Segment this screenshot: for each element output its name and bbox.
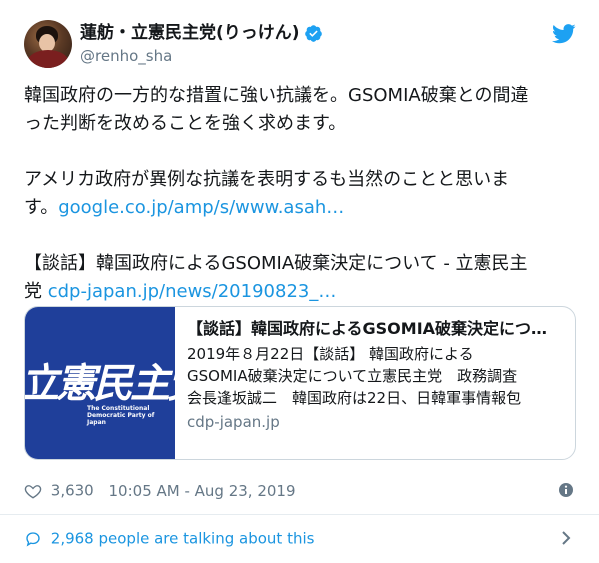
display-name-text[interactable]: 蓮舫・立憲民主党(りっけん) [80,21,300,45]
card-image[interactable]: 立憲民主党 The Constitutional Democratic Part… [25,307,175,459]
party-logo-subtext: The Constitutional Democratic Party of J… [87,405,175,426]
tweet-link-google[interactable]: google.co.jp/amp/s/www.asah… [58,197,344,218]
twitter-bird-icon[interactable] [552,24,576,44]
talking-about-link[interactable]: 2,968 people are talking about this [51,530,315,548]
author-names[interactable]: 蓮舫・立憲民主党(りっけん) @renho_sha [80,21,323,67]
like-count[interactable]: 3,630 [51,482,94,500]
tweet-text-line: 【談話】韓国政府によるGSOMIA破棄決定について - 立憲民主 [24,253,528,274]
tweet-text-line: す。google.co.jp/amp/s/www.asah… [24,194,576,222]
logo-subtext-line: The Constitutional [87,405,150,412]
footer-divider [0,514,599,515]
tweet-meta: 3,630 10:05 AM - Aug 23, 2019 [24,478,576,502]
user-handle[interactable]: @renho_sha [80,45,323,67]
verified-badge-icon [304,24,322,42]
speech-bubble-icon [26,531,40,546]
tweet-header: 蓮舫・立憲民主党(りっけん) @renho_sha [24,20,576,70]
tweet-text-line: った判断を改めることを強く求めます。 [24,113,347,134]
tweet-text-fragment: 党 [24,281,48,302]
conversation-footer[interactable]: 2,968 people are talking about this [24,524,576,552]
display-name[interactable]: 蓮舫・立憲民主党(りっけん) [80,21,323,45]
card-domain: cdp-japan.jp [187,413,280,431]
card-body[interactable]: 【談話】韓国政府によるGSOMIA破棄決定につ… 2019年８月22日【談話】 … [187,317,567,433]
tweet-text-line: 韓国政府の一方的な措置に強い抗議を。GSOMIA破棄との間違 [24,85,529,106]
tweet-link-cdp[interactable]: cdp-japan.jp/news/20190823_… [48,281,337,302]
card-description-line: 2019年８月22日【談話】 韓国政府による [187,345,474,363]
party-logo-text: 立憲民主党 [25,361,175,407]
tweet-timestamp[interactable]: 10:05 AM - Aug 23, 2019 [109,482,296,500]
tweet-text-line: 党 cdp-japan.jp/news/20190823_… [24,278,576,306]
card-description-line: GSOMIA破棄決定について立憲民主党 政務調査 [187,367,518,385]
tweet-text-line: アメリカ政府が異例な抗議を表明するも当然のことと思いま [24,169,510,190]
card-description: 2019年８月22日【談話】 韓国政府による GSOMIA破棄決定について立憲民… [187,343,567,409]
heart-icon[interactable] [24,482,42,500]
chevron-right-icon[interactable] [560,530,572,546]
card-title[interactable]: 【談話】韓国政府によるGSOMIA破棄決定につ… [187,317,567,341]
tweet-embed: 蓮舫・立憲民主党(りっけん) @renho_sha 韓国政府の一方的な措置に強い… [0,0,599,563]
tweet-text-fragment: す。 [24,197,59,218]
card-description-line: 会長逢坂誠二 韓国政府は22日、日韓軍事情報包 [187,389,522,407]
tweet-text: 韓国政府の一方的な措置に強い抗議を。GSOMIA破棄との間違 った判断を改めるこ… [24,82,576,306]
avatar-jacket [28,50,68,68]
logo-subtext-line: Democratic Party of Japan [87,412,155,426]
info-icon[interactable] [558,482,574,498]
link-preview-card[interactable]: 立憲民主党 The Constitutional Democratic Part… [24,306,576,460]
avatar[interactable] [24,20,72,68]
